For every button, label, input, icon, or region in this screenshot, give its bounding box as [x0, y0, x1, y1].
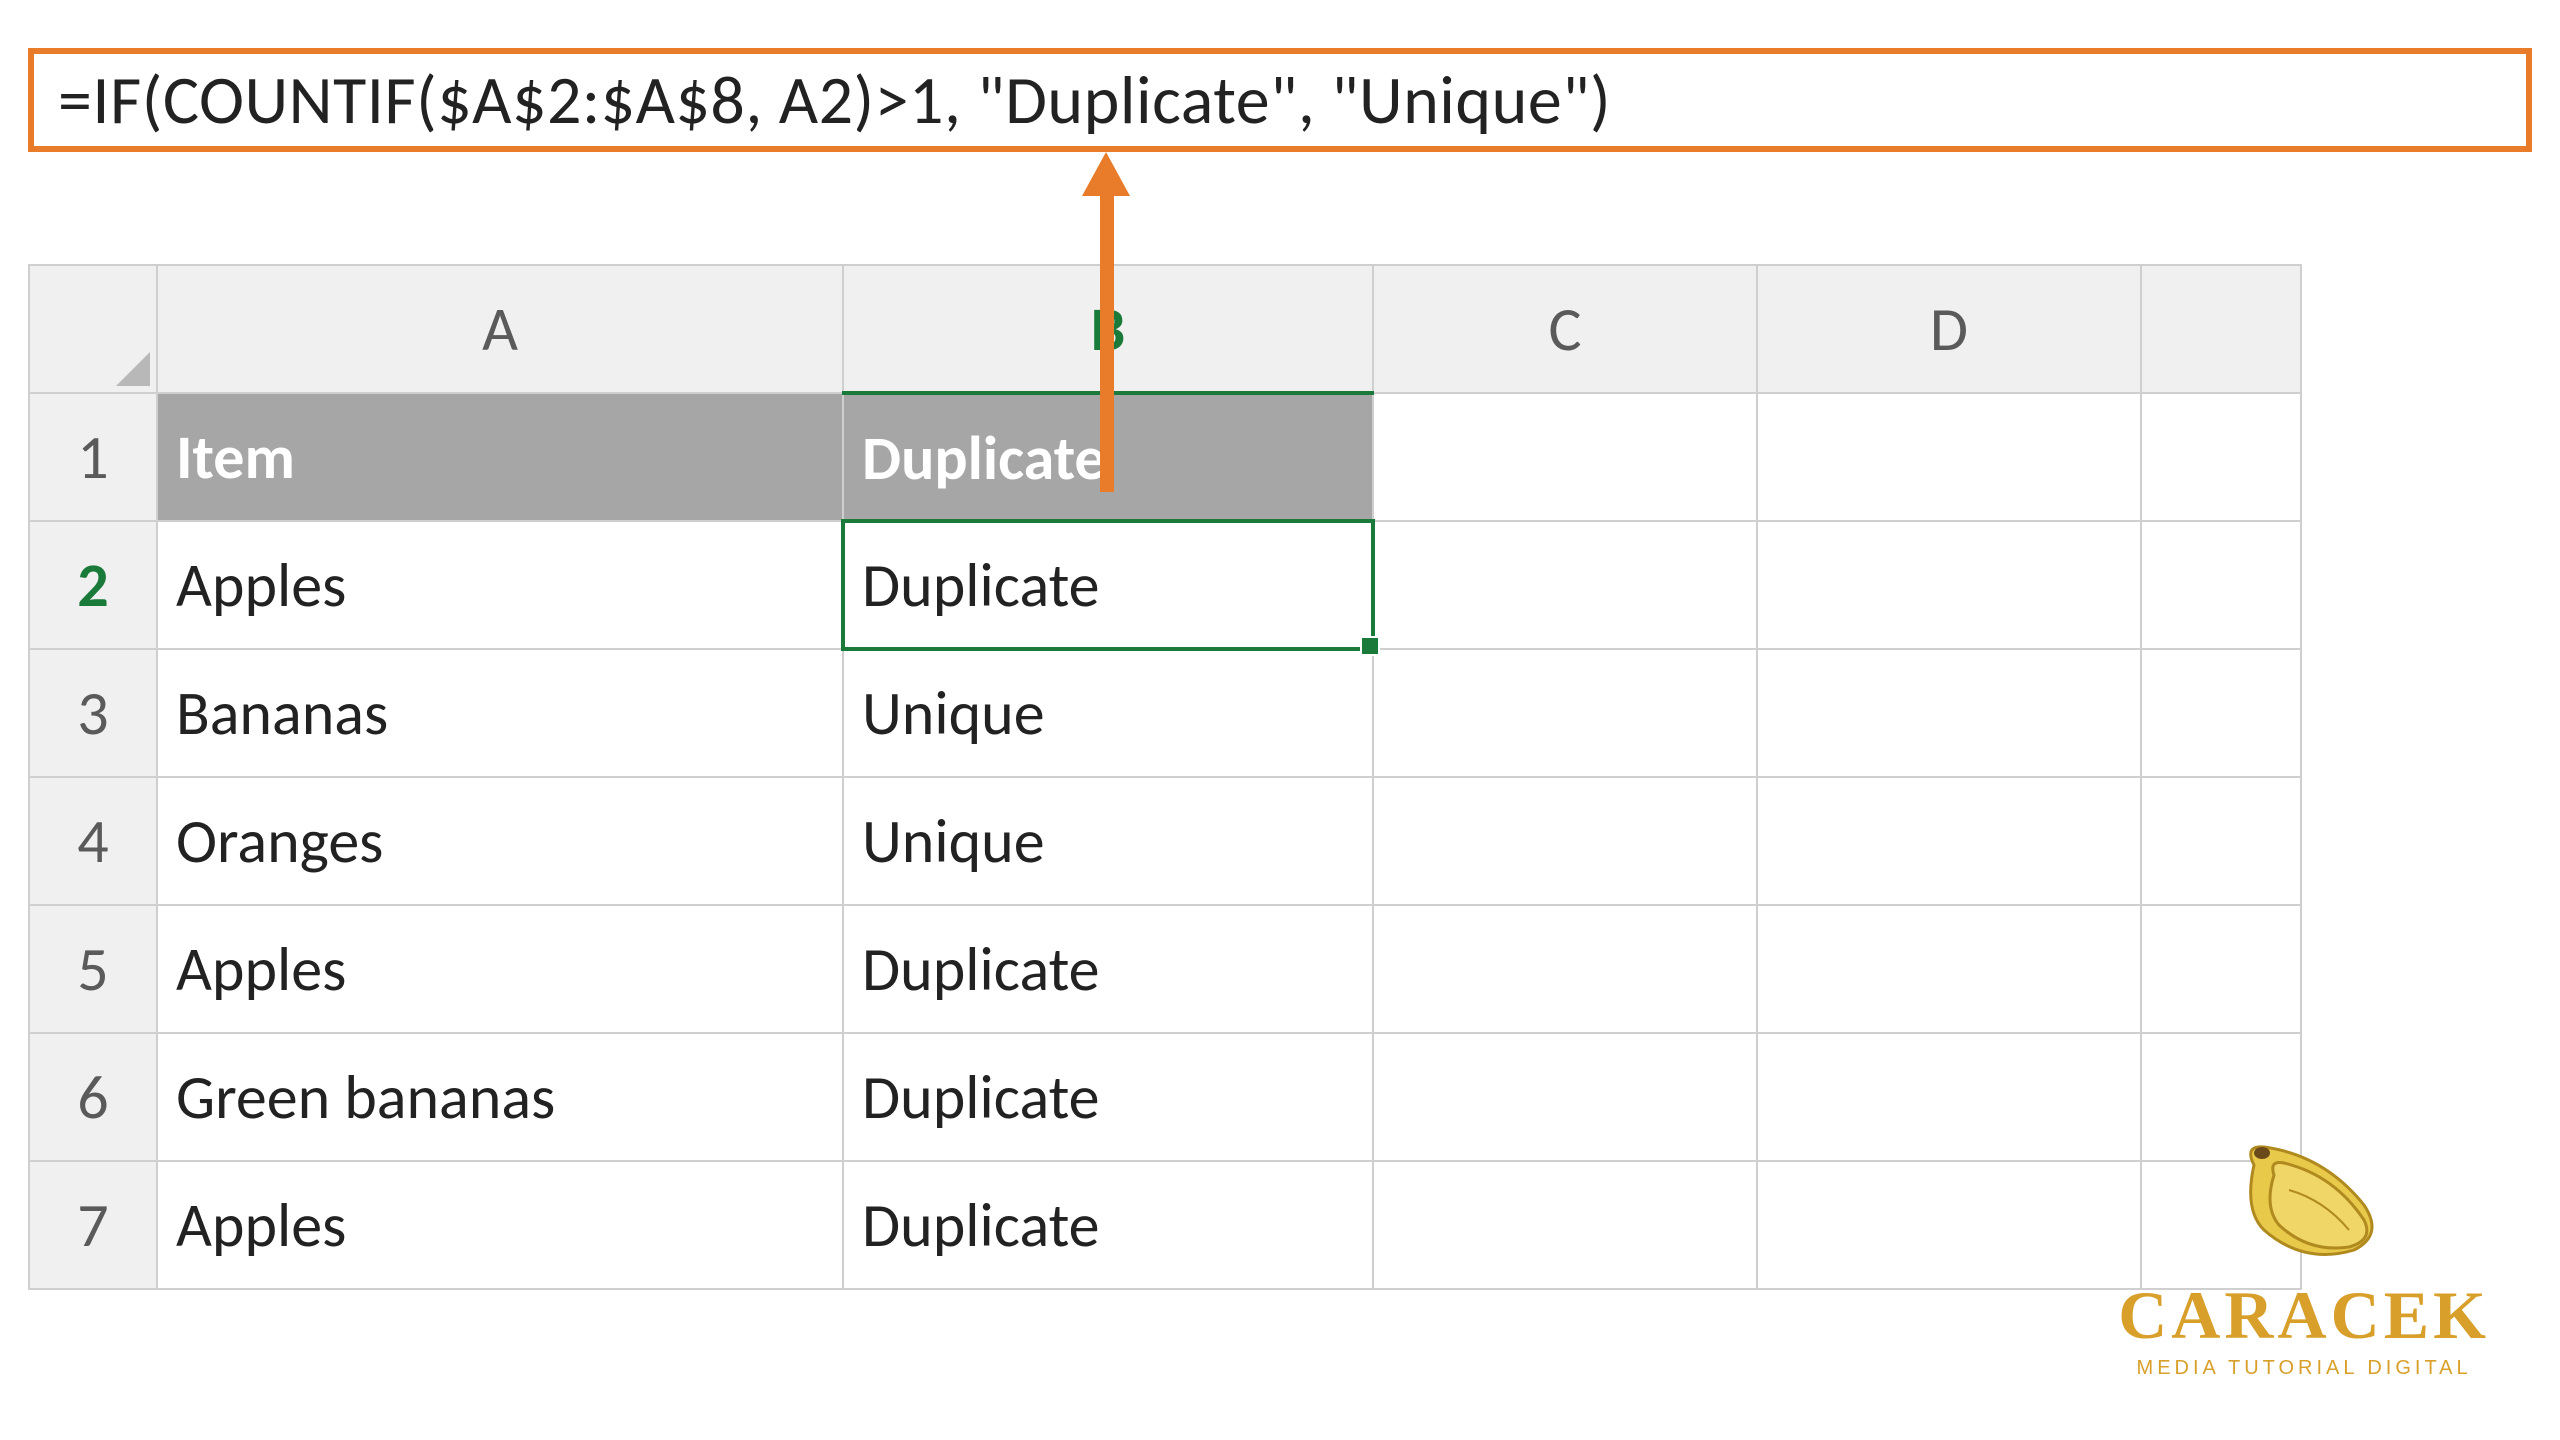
cell-b3[interactable]: Unique: [843, 649, 1373, 777]
cell-d1[interactable]: [1757, 393, 2141, 521]
row-header-2[interactable]: 2: [29, 521, 157, 649]
cell-b6[interactable]: Duplicate: [843, 1033, 1373, 1161]
row-header-1[interactable]: 1: [29, 393, 157, 521]
cell-a7[interactable]: Apples: [157, 1161, 843, 1289]
cell-a3[interactable]: Bananas: [157, 649, 843, 777]
cell-b2-selected[interactable]: Duplicate: [843, 521, 1373, 649]
banana-icon: [2118, 1135, 2490, 1270]
select-all-corner[interactable]: [29, 265, 157, 393]
cell-c3[interactable]: [1373, 649, 1757, 777]
row-header-4[interactable]: 4: [29, 777, 157, 905]
cell-d3[interactable]: [1757, 649, 2141, 777]
cell-e4[interactable]: [2141, 777, 2301, 905]
logo-name: CARACEK: [2118, 1276, 2490, 1355]
row-header-6[interactable]: 6: [29, 1033, 157, 1161]
cell-c7[interactable]: [1373, 1161, 1757, 1289]
cell-d7[interactable]: [1757, 1161, 2141, 1289]
cell-a6[interactable]: Green bananas: [157, 1033, 843, 1161]
cell-a5[interactable]: Apples: [157, 905, 843, 1033]
cell-e2[interactable]: [2141, 521, 2301, 649]
cell-d5[interactable]: [1757, 905, 2141, 1033]
select-all-triangle-icon: [116, 352, 150, 386]
formula-bar[interactable]: =IF(COUNTIF($A$2:$A$8, A2)>1, "Duplicate…: [28, 48, 2532, 152]
cell-c6[interactable]: [1373, 1033, 1757, 1161]
column-header-c[interactable]: C: [1373, 265, 1757, 393]
cell-c2[interactable]: [1373, 521, 1757, 649]
row-header-3[interactable]: 3: [29, 649, 157, 777]
cell-a1[interactable]: Item: [157, 393, 843, 521]
cell-a2[interactable]: Apples: [157, 521, 843, 649]
cell-d2[interactable]: [1757, 521, 2141, 649]
cell-b4[interactable]: Unique: [843, 777, 1373, 905]
cell-c5[interactable]: [1373, 905, 1757, 1033]
cell-e5[interactable]: [2141, 905, 2301, 1033]
cell-b5[interactable]: Duplicate: [843, 905, 1373, 1033]
brand-logo: CARACEK MEDIA TUTORIAL DIGITAL: [2118, 1135, 2490, 1380]
cell-d4[interactable]: [1757, 777, 2141, 905]
callout-arrow: [1092, 152, 1120, 308]
cell-b7[interactable]: Duplicate: [843, 1161, 1373, 1289]
column-header-a[interactable]: A: [157, 265, 843, 393]
cell-c4[interactable]: [1373, 777, 1757, 905]
column-header-d[interactable]: D: [1757, 265, 2141, 393]
formula-text: =IF(COUNTIF($A$2:$A$8, A2)>1, "Duplicate…: [58, 59, 1611, 142]
cell-d6[interactable]: [1757, 1033, 2141, 1161]
cell-e1[interactable]: [2141, 393, 2301, 521]
cell-c1[interactable]: [1373, 393, 1757, 521]
cell-a4[interactable]: Oranges: [157, 777, 843, 905]
row-header-7[interactable]: 7: [29, 1161, 157, 1289]
row-header-5[interactable]: 5: [29, 905, 157, 1033]
cell-e3[interactable]: [2141, 649, 2301, 777]
column-header-extra[interactable]: [2141, 265, 2301, 393]
logo-tagline: MEDIA TUTORIAL DIGITAL: [2118, 1357, 2490, 1380]
